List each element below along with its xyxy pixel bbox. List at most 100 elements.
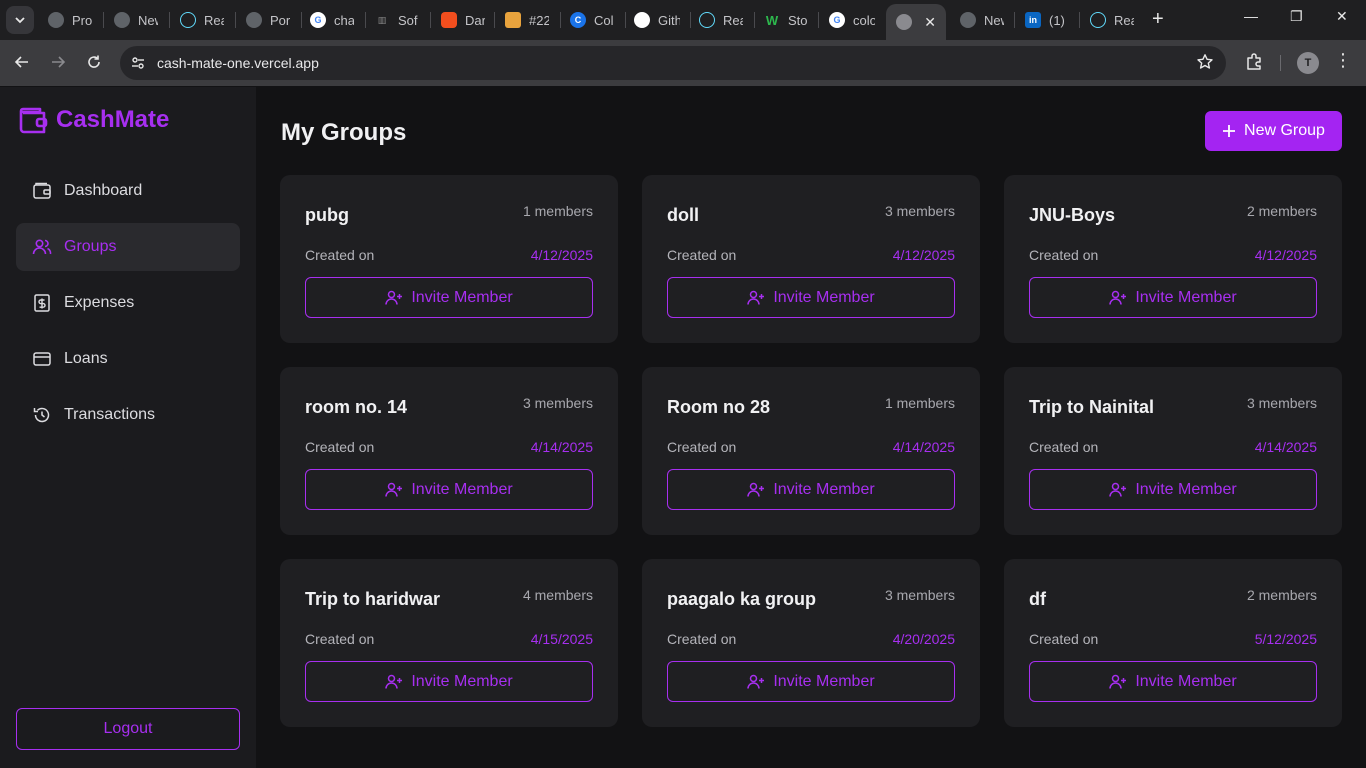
history-icon (32, 405, 52, 425)
group-member-count: 3 members (884, 203, 955, 219)
user-plus-icon (385, 290, 403, 305)
linkedin-icon: in (1025, 12, 1041, 28)
invite-member-button[interactable]: Invite Member (305, 469, 593, 510)
new-tab-plus-icon[interactable]: + (1152, 8, 1164, 30)
browser-tab[interactable]: Gcolo (829, 8, 875, 32)
created-on-label: Created on (305, 631, 375, 647)
invite-member-button[interactable]: Invite Member (1029, 661, 1317, 702)
group-name: room no. 14 (305, 397, 408, 417)
chart-icon: ▥ (377, 14, 387, 25)
new-group-button[interactable]: New Group (1205, 111, 1342, 151)
dollar-receipt-icon (32, 293, 52, 313)
wallet-logo-icon (19, 107, 48, 134)
google-icon: G (310, 12, 326, 28)
user-plus-icon (747, 290, 765, 305)
reload-icon (88, 55, 100, 68)
invite-member-button[interactable]: Invite Member (305, 277, 593, 318)
nav-groups[interactable]: Groups (16, 223, 240, 271)
created-on-label: Created on (667, 247, 737, 263)
browser-tab-active[interactable]: ✕ (886, 4, 946, 40)
user-plus-icon (1109, 482, 1127, 497)
generic-globe-icon (48, 12, 64, 28)
group-name: df (1029, 589, 1046, 609)
browser-tab[interactable]: Por (246, 8, 290, 32)
browser-tab[interactable]: New (114, 8, 158, 32)
user-plus-icon (1109, 290, 1127, 305)
browser-tab[interactable]: Rea (1090, 8, 1134, 32)
browser-tab[interactable]: Gith (634, 8, 680, 32)
nav-loans[interactable]: Loans (16, 335, 240, 383)
browser-tab[interactable]: W Sto (764, 8, 808, 32)
arrow-left-icon (14, 56, 28, 68)
browser-tab[interactable]: ▥ Sof (374, 8, 418, 32)
wallet-icon (32, 181, 52, 201)
brand-logo[interactable]: CashMate (18, 105, 169, 135)
close-icon[interactable]: ✕ (924, 14, 936, 31)
group-name: Room no 28 (667, 397, 771, 417)
logout-button[interactable]: Logout (16, 708, 240, 750)
minimize-icon[interactable]: — (1244, 8, 1258, 24)
group-name: pubg (305, 205, 349, 225)
invite-member-button[interactable]: Invite Member (1029, 469, 1317, 510)
nav-dashboard[interactable]: Dashboard (16, 167, 240, 215)
nav-transactions[interactable]: Transactions (16, 391, 240, 439)
invite-member-button[interactable]: Invite Member (667, 277, 955, 318)
bookmark-star-icon[interactable] (1196, 53, 1214, 76)
browser-tab[interactable]: New (960, 8, 1004, 32)
more-menu-icon[interactable]: ⋮ (1334, 50, 1352, 71)
group-member-count: 1 members (522, 203, 593, 219)
forward-button[interactable] (46, 50, 70, 74)
group-created-date: 4/20/2025 (892, 631, 955, 647)
profile-avatar[interactable]: T (1297, 52, 1319, 74)
generic-globe-icon (896, 14, 912, 30)
extensions-puzzle-icon[interactable] (1244, 52, 1264, 77)
restore-icon[interactable]: ❐ (1290, 8, 1303, 25)
window-close-icon[interactable]: ✕ (1336, 8, 1348, 25)
created-on-label: Created on (305, 439, 375, 455)
address-bar[interactable]: cash-mate-one.vercel.app (120, 46, 1226, 80)
google-icon: G (829, 12, 845, 28)
invite-member-button[interactable]: Invite Member (667, 661, 955, 702)
browser-tab[interactable]: Dar (441, 8, 485, 32)
users-icon (32, 237, 52, 257)
group-card[interactable]: df 2 members Created on 5/12/2025 Invite… (1004, 559, 1342, 727)
hex-icon (505, 12, 521, 28)
browser-tab[interactable]: C Col (570, 8, 614, 32)
group-card[interactable]: doll 3 members Created on 4/12/2025 Invi… (642, 175, 980, 343)
browser-tab[interactable]: Rea (699, 8, 743, 32)
group-card[interactable]: room no. 14 3 members Created on 4/14/20… (280, 367, 618, 535)
user-plus-icon (1109, 674, 1127, 689)
back-button[interactable] (10, 50, 34, 74)
tab-search-button[interactable] (6, 6, 34, 34)
browser-tab[interactable]: Gcha (310, 8, 354, 32)
site-settings-icon[interactable] (130, 55, 146, 76)
group-card[interactable]: paagalo ka group 3 members Created on 4/… (642, 559, 980, 727)
browser-tab[interactable]: Pro (48, 8, 92, 32)
group-card[interactable]: Trip to haridwar 4 members Created on 4/… (280, 559, 618, 727)
group-name: JNU-Boys (1029, 205, 1116, 225)
group-member-count: 3 members (1246, 395, 1317, 411)
credit-card-icon (32, 349, 52, 369)
w-icon: W (765, 12, 779, 28)
group-card[interactable]: pubg 1 members Created on 4/12/2025 Invi… (280, 175, 618, 343)
nav-expenses[interactable]: Expenses (16, 279, 240, 327)
group-card[interactable]: Room no 28 1 members Created on 4/14/202… (642, 367, 980, 535)
react-icon (1090, 12, 1106, 28)
group-card[interactable]: Trip to Nainital 3 members Created on 4/… (1004, 367, 1342, 535)
chrome-icon (960, 12, 976, 28)
invite-member-button[interactable]: Invite Member (667, 469, 955, 510)
reload-button[interactable] (82, 50, 106, 74)
browser-tab[interactable]: #22 (505, 8, 549, 32)
url-text[interactable]: cash-mate-one.vercel.app (157, 55, 319, 71)
invite-member-button[interactable]: Invite Member (305, 661, 593, 702)
group-card[interactable]: JNU-Boys 2 members Created on 4/12/2025 … (1004, 175, 1342, 343)
created-on-label: Created on (1029, 631, 1099, 647)
browser-toolbar: cash-mate-one.vercel.app T ⋮ (0, 40, 1366, 86)
group-created-date: 4/12/2025 (530, 247, 593, 263)
created-on-label: Created on (1029, 247, 1099, 263)
browser-tab[interactable]: Rea (180, 8, 224, 32)
react-icon (699, 12, 715, 28)
browser-tab[interactable]: in (1) (1025, 8, 1069, 32)
invite-member-button[interactable]: Invite Member (1029, 277, 1317, 318)
group-member-count: 3 members (884, 587, 955, 603)
